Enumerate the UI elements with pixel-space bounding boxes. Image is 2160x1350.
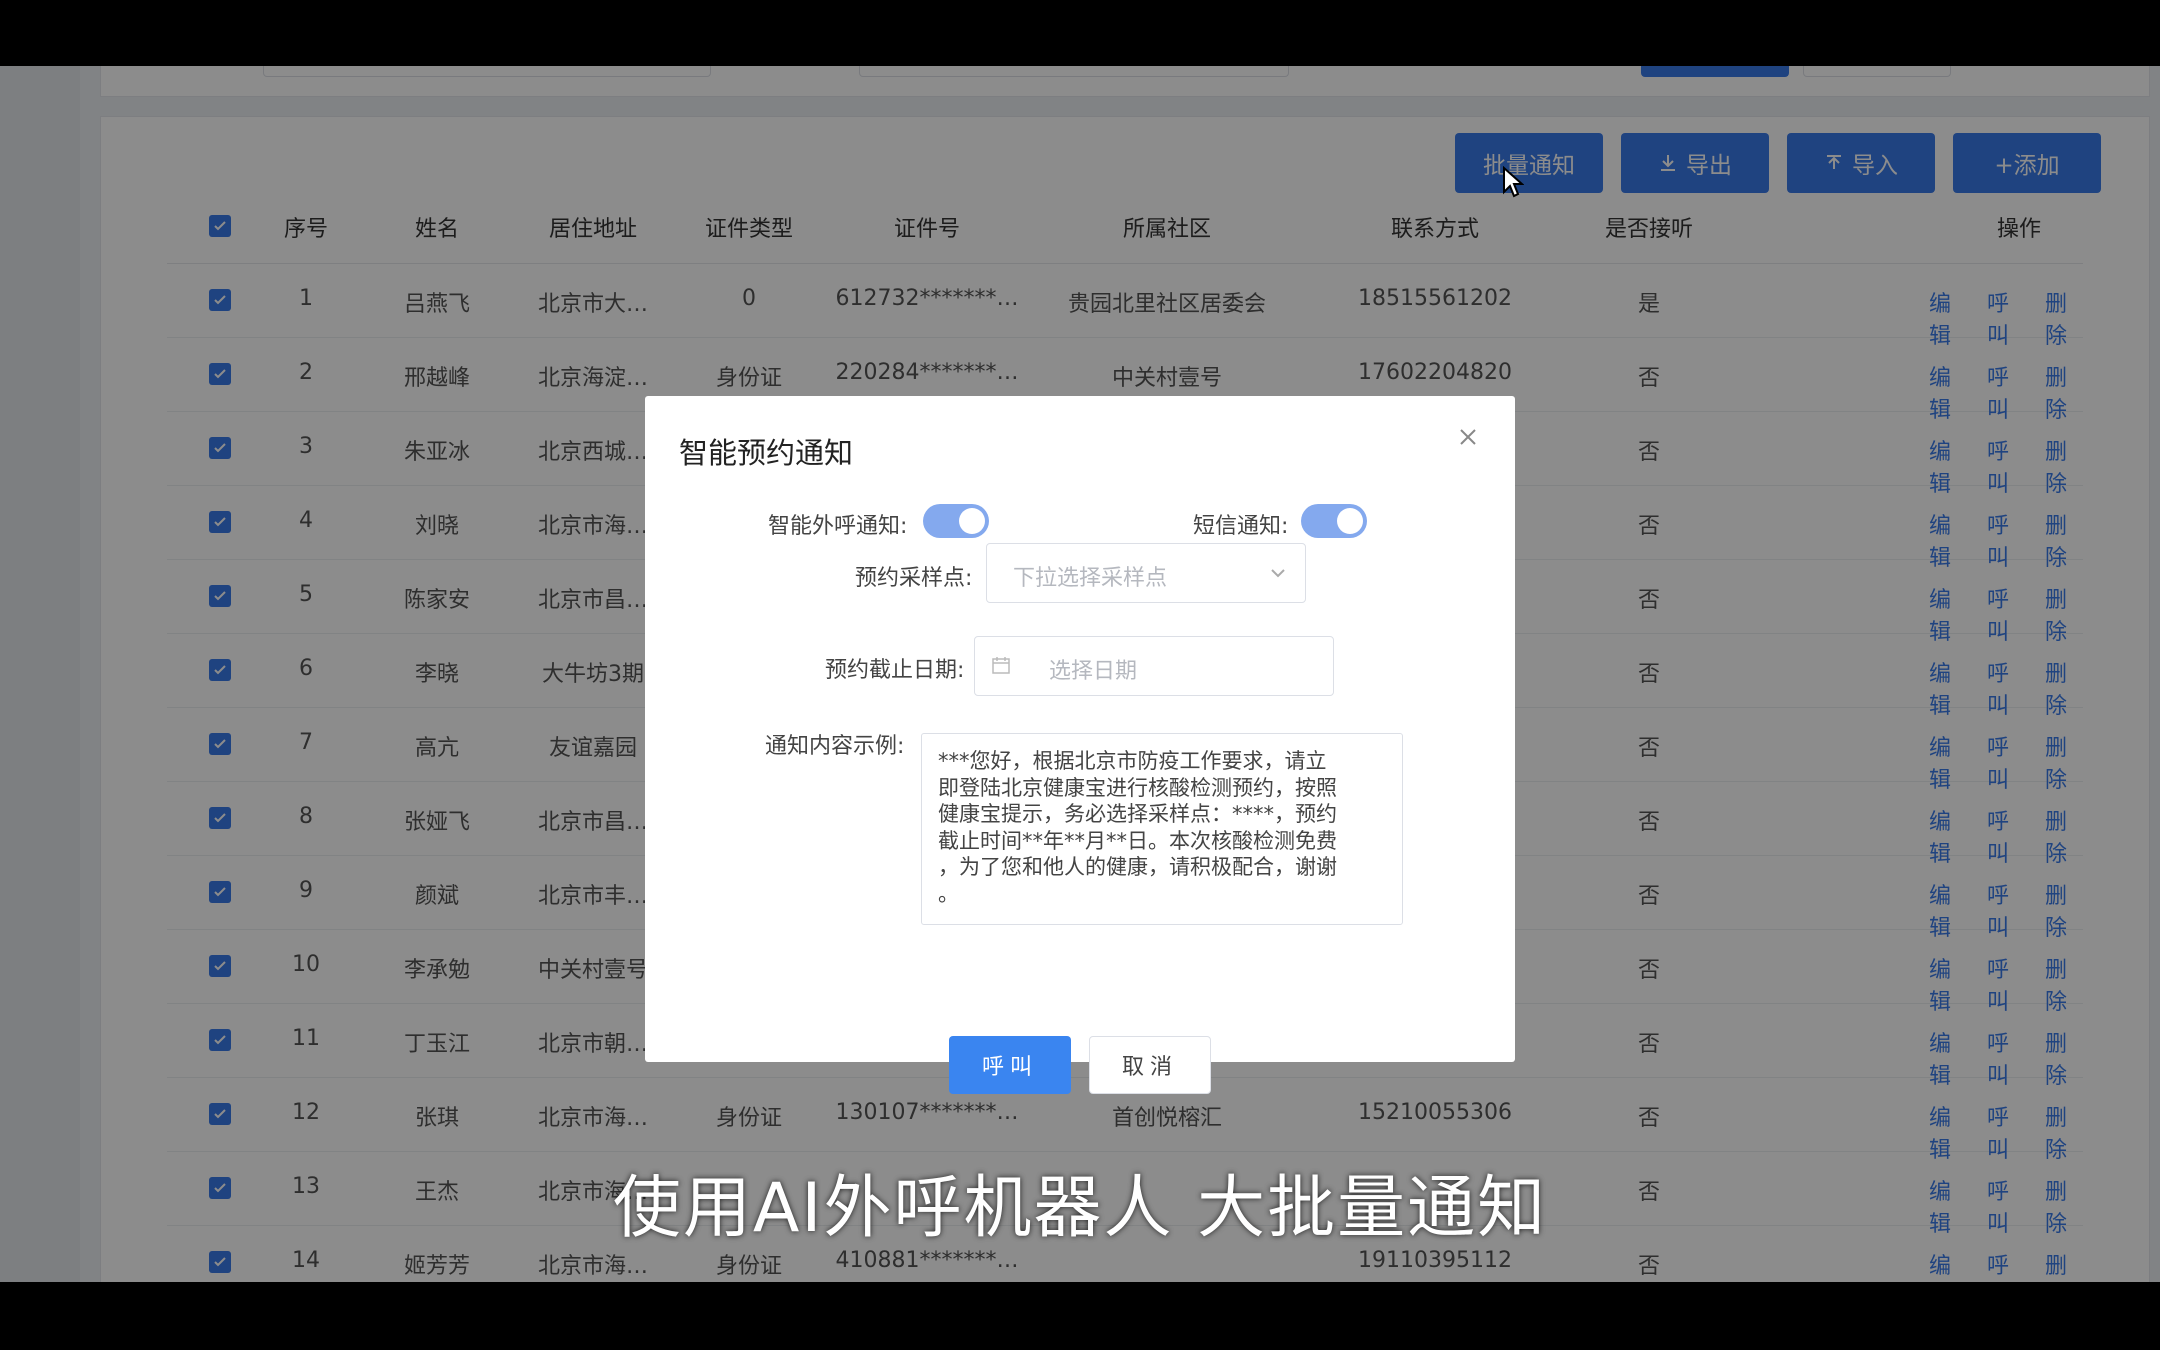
call-button-label: 呼叫 [981,1055,1038,1080]
notify-dialog: 智能预约通知 智能外呼通知: 短信通知: 预约采样点: 下拉选择采样点 预约截止… [645,396,1515,1094]
site-label: 预约采样点: [855,566,973,591]
deadline-datepicker[interactable]: 选择日期 [974,636,1334,696]
content-line: 。 [938,881,959,906]
content-textarea[interactable]: ***您好，根据北京市防疫工作要求，请立 即登陆北京健康宝进行核酸检测预约，按照健… [921,733,1403,925]
video-subtitle: 使用AI外呼机器人 大批量通知 [612,1169,1548,1248]
content-line: ，为了您和他人的健康，请积极配合，谢谢 [938,855,1337,879]
chevron-down-icon [1271,569,1285,578]
letterbox-top [0,0,2160,66]
deadline-placeholder: 选择日期 [1049,659,1138,684]
ai-call-switch[interactable] [923,504,989,538]
site-select[interactable]: 下拉选择采样点 [986,543,1306,603]
ai-call-label: 智能外呼通知: [768,514,908,539]
letterbox-bottom [0,1282,2160,1350]
cancel-button[interactable]: 取消 [1089,1036,1211,1094]
site-placeholder: 下拉选择采样点 [1013,566,1168,591]
calendar-icon [992,657,1010,674]
cancel-button-label: 取消 [1121,1055,1178,1080]
content-label: 通知内容示例: [765,734,905,759]
deadline-label: 预约截止日期: [825,658,965,683]
sms-label: 短信通知: [1193,514,1289,539]
close-icon[interactable] [1457,426,1479,448]
content-line: 健康宝提示，务必选择采样点：****，预约 [938,802,1337,826]
content-line: 截止时间**年**月**日。本次核酸检测免费 [938,828,1337,853]
content-line: ***您好，根据北京市防疫工作要求，请立 [938,749,1327,773]
app-frame: 批量通知 导出 导入 +添加 序号 姓名 居住地址 证件类型 证件号 所属社区 联系方式 是否… [0,66,2160,1282]
sms-switch[interactable] [1301,504,1367,538]
dialog-title: 智能预约通知 [679,436,854,470]
call-button[interactable]: 呼叫 [949,1036,1071,1094]
cursor-icon [1503,166,1524,198]
content-line: 即登陆北京健康宝进行核酸检测预约，按照 [938,775,1337,800]
